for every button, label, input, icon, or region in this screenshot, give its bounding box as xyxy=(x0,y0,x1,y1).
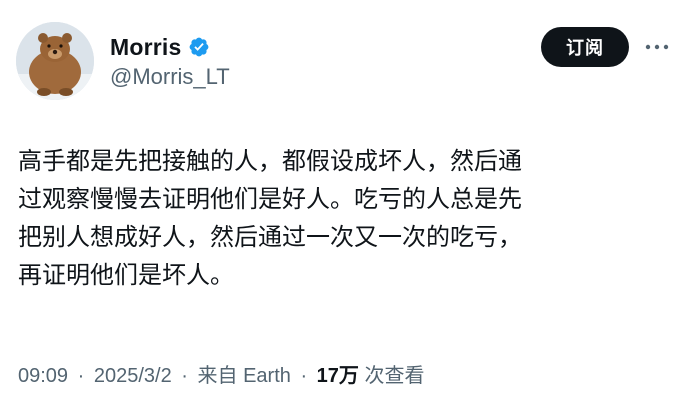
meta-separator: · xyxy=(300,365,308,387)
meta-separator: · xyxy=(77,365,85,387)
tweet-date[interactable]: 2025/3/2 xyxy=(94,365,172,387)
tweet-meta: 09:09 · 2025/3/2 · 来自 Earth · 17万 次查看 xyxy=(18,359,424,388)
tweet-line: 过观察慢慢去证明他们是好人。吃亏的人总是先 xyxy=(18,185,522,213)
bear-avatar-image xyxy=(16,22,94,100)
avatar[interactable] xyxy=(16,22,94,100)
more-options-icon[interactable] xyxy=(641,34,673,60)
tweet-source: 来自 Earth xyxy=(197,365,291,387)
tweet-line: 把别人想成好人，然后通过一次又一次的吃亏， xyxy=(18,223,522,251)
verified-badge-icon[interactable] xyxy=(188,36,210,58)
tweet-line: 再证明他们是坏人。 xyxy=(18,261,234,289)
user-handle[interactable]: @Morris_LT xyxy=(110,64,230,90)
tweet-text: 高手都是先把接触的人，都假设成坏人，然后通 过观察慢慢去证明他们是好人。吃亏的人… xyxy=(18,142,658,294)
subscribe-button[interactable]: 订阅 xyxy=(541,27,629,67)
display-name[interactable]: Morris xyxy=(110,34,182,61)
views-label: 次查看 xyxy=(364,365,425,387)
name-row: Morris xyxy=(110,30,210,64)
tweet-time[interactable]: 09:09 xyxy=(18,365,68,387)
tweet-line: 高手都是先把接触的人，都假设成坏人，然后通 xyxy=(18,147,522,175)
meta-separator: · xyxy=(181,365,188,387)
views-count[interactable]: 17万 xyxy=(317,365,359,387)
